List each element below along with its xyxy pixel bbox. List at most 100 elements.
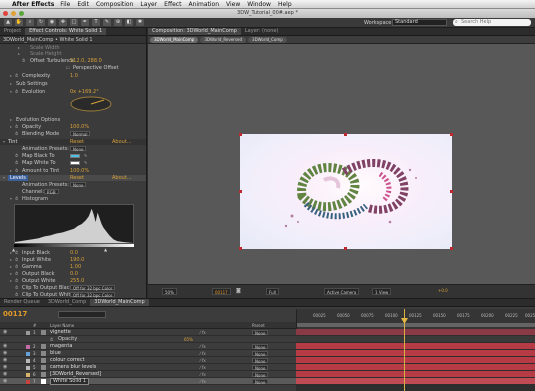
twirl-icon[interactable]: ▸	[10, 271, 12, 277]
pan-behind-tool-icon[interactable]: ✥	[59, 19, 67, 26]
amount-to-tint-value[interactable]: 100.0%	[70, 168, 89, 174]
tint-presets-select[interactable]: None	[70, 146, 87, 152]
parent-select[interactable]: None	[252, 372, 269, 378]
tint-about-link[interactable]: About...	[112, 139, 132, 145]
hand-tool-icon[interactable]: ✋	[15, 19, 23, 26]
layer-label-color[interactable]	[26, 345, 30, 349]
layer-bar[interactable]	[296, 364, 535, 370]
frame-handle[interactable]	[450, 190, 453, 193]
stopwatch-icon[interactable]: ⏱	[15, 131, 18, 137]
clone-tool-icon[interactable]: ⊕	[114, 19, 122, 26]
stopwatch-icon[interactable]: ⏱	[15, 160, 18, 166]
stopwatch-icon[interactable]: ⏱	[15, 278, 18, 284]
layer-bar[interactable]	[296, 371, 535, 377]
levels-presets-select[interactable]: None	[70, 182, 87, 188]
camera-select[interactable]: Active Camera	[324, 288, 360, 295]
twirl-icon[interactable]: ▸	[10, 257, 12, 263]
evolution-dial[interactable]	[68, 96, 114, 112]
camera-tool-icon[interactable]: ◉	[48, 19, 56, 26]
property-track[interactable]	[296, 336, 535, 342]
viewer-timecode[interactable]: 00117	[212, 288, 231, 295]
visibility-eye-icon[interactable]: ◉	[3, 364, 7, 371]
layer-bar[interactable]	[296, 378, 535, 384]
stopwatch-icon[interactable]: ⏱	[22, 58, 25, 64]
pen-tool-icon[interactable]: ✒	[81, 19, 89, 26]
tab-3dworld-comp[interactable]: 3DWorld_Comp	[44, 299, 90, 306]
offset-turbulence-value[interactable]: 512.0, 288.0	[70, 58, 102, 64]
menu-layer[interactable]: Layer	[140, 1, 157, 8]
stopwatch-icon[interactable]: ⏱	[15, 168, 18, 174]
layer-name[interactable]: camera blur levels	[50, 364, 96, 371]
levels-histogram[interactable]	[14, 204, 134, 244]
layer-row-selected[interactable]: ◉ 7 White Solid 1 ⁄ fx None	[0, 378, 296, 385]
tint-reset-link[interactable]: Reset	[70, 139, 84, 145]
layer-name[interactable]: magenta	[50, 343, 72, 350]
evolution-value[interactable]: 0x +169.2°	[70, 89, 99, 95]
zoom-window-icon[interactable]	[19, 11, 24, 16]
visibility-eye-icon[interactable]: ◉	[3, 329, 7, 336]
menu-app-name[interactable]: After Effects	[12, 1, 54, 8]
twirl-open-icon[interactable]: ▾	[3, 139, 5, 145]
mask-tool-icon[interactable]: □	[70, 19, 78, 26]
layer-name[interactable]: [3DWorld_Reversed]	[50, 371, 101, 378]
tab-project[interactable]: Project	[0, 28, 25, 35]
layer-label-color[interactable]	[26, 352, 30, 356]
output-white-value[interactable]: 255.0	[70, 278, 84, 284]
map-black-swatch[interactable]	[70, 154, 80, 158]
layer-row[interactable]: ◉ 6 [3DWorld_Reversed] ⁄ fx None	[0, 371, 296, 378]
blending-mode-select[interactable]: Normal	[70, 131, 91, 137]
brush-tool-icon[interactable]: ✎	[103, 19, 111, 26]
comp-nav-comp[interactable]: 3DWorld_Comp	[248, 36, 287, 43]
layer-label-color[interactable]	[26, 380, 30, 384]
menu-view[interactable]: View	[226, 1, 240, 8]
comp-nav-maincomp[interactable]: 3DWorld_MainComp	[150, 36, 199, 43]
frame-handle[interactable]	[239, 247, 242, 250]
layer-switches[interactable]: ⁄ fx	[200, 378, 206, 385]
workspace-select[interactable]: Standard	[392, 19, 447, 26]
exposure-value[interactable]: +0.0	[438, 288, 448, 293]
close-window-icon[interactable]	[3, 11, 8, 16]
checkbox-icon[interactable]: ☐	[66, 65, 70, 71]
twirl-icon[interactable]: ▸	[10, 168, 12, 174]
tab-composition[interactable]: Composition: 3DWorld_MainComp	[148, 28, 241, 35]
twirl-icon[interactable]: ▸	[18, 51, 20, 57]
stopwatch-icon[interactable]: ⏱	[15, 153, 18, 159]
layer-tracks[interactable]	[296, 329, 535, 391]
output-black-value[interactable]: 0.0	[70, 271, 78, 277]
tab-effect-controls[interactable]: Effect Controls: White Solid 1	[25, 28, 107, 35]
layer-label-color[interactable]	[26, 331, 30, 335]
twirl-open-icon[interactable]: ▾	[10, 196, 12, 202]
work-area-bar[interactable]	[297, 323, 535, 327]
layer-switches[interactable]: ⁄ fx	[200, 343, 206, 350]
opacity-value[interactable]: 100.0%	[70, 124, 89, 130]
current-time[interactable]: 00117	[3, 310, 27, 318]
menu-file[interactable]: File	[60, 1, 70, 8]
selection-tool-icon[interactable]: ▲	[4, 19, 12, 26]
levels-about-link[interactable]: About...	[112, 175, 132, 181]
stopwatch-icon[interactable]: ⏱	[15, 89, 18, 95]
eyedropper-icon[interactable]: ✎	[84, 160, 87, 166]
stopwatch-icon[interactable]: ⏱	[15, 124, 18, 130]
menu-window[interactable]: Window	[247, 1, 271, 8]
snapshot-icon[interactable]: ◙	[236, 288, 241, 294]
stopwatch-icon[interactable]: ⏱	[15, 196, 18, 202]
layer-name[interactable]: vignette	[50, 329, 71, 336]
zoom-tool-icon[interactable]: ⌕	[26, 19, 34, 26]
layer-switches[interactable]: ⁄ fx	[200, 357, 206, 364]
clip-output-black-select[interactable]: Off for 32 bpc Color	[70, 285, 116, 291]
layer-property-row[interactable]: ⏱ Opacity 65%	[0, 336, 296, 343]
frame-handle[interactable]	[344, 247, 347, 250]
parent-select[interactable]: None	[252, 358, 269, 364]
layer-row[interactable]: ◉ 3 blue ⁄ fx None	[0, 350, 296, 357]
input-black-value[interactable]: 0.0	[70, 250, 78, 256]
gamma-value[interactable]: 1.00	[70, 264, 81, 270]
stopwatch-icon[interactable]: ⏱	[15, 285, 18, 291]
stopwatch-icon[interactable]: ⏱	[15, 250, 18, 256]
layer-switches[interactable]: ⁄ fx	[200, 329, 206, 336]
layer-name-field[interactable]: White Solid 1	[50, 378, 90, 385]
input-white-value[interactable]: 190.0	[70, 257, 84, 263]
layer-switches[interactable]: ⁄ fx	[200, 371, 206, 378]
layer-bar[interactable]	[296, 357, 535, 363]
stopwatch-icon[interactable]: ⏱	[15, 73, 18, 79]
type-tool-icon[interactable]: T	[92, 19, 100, 26]
